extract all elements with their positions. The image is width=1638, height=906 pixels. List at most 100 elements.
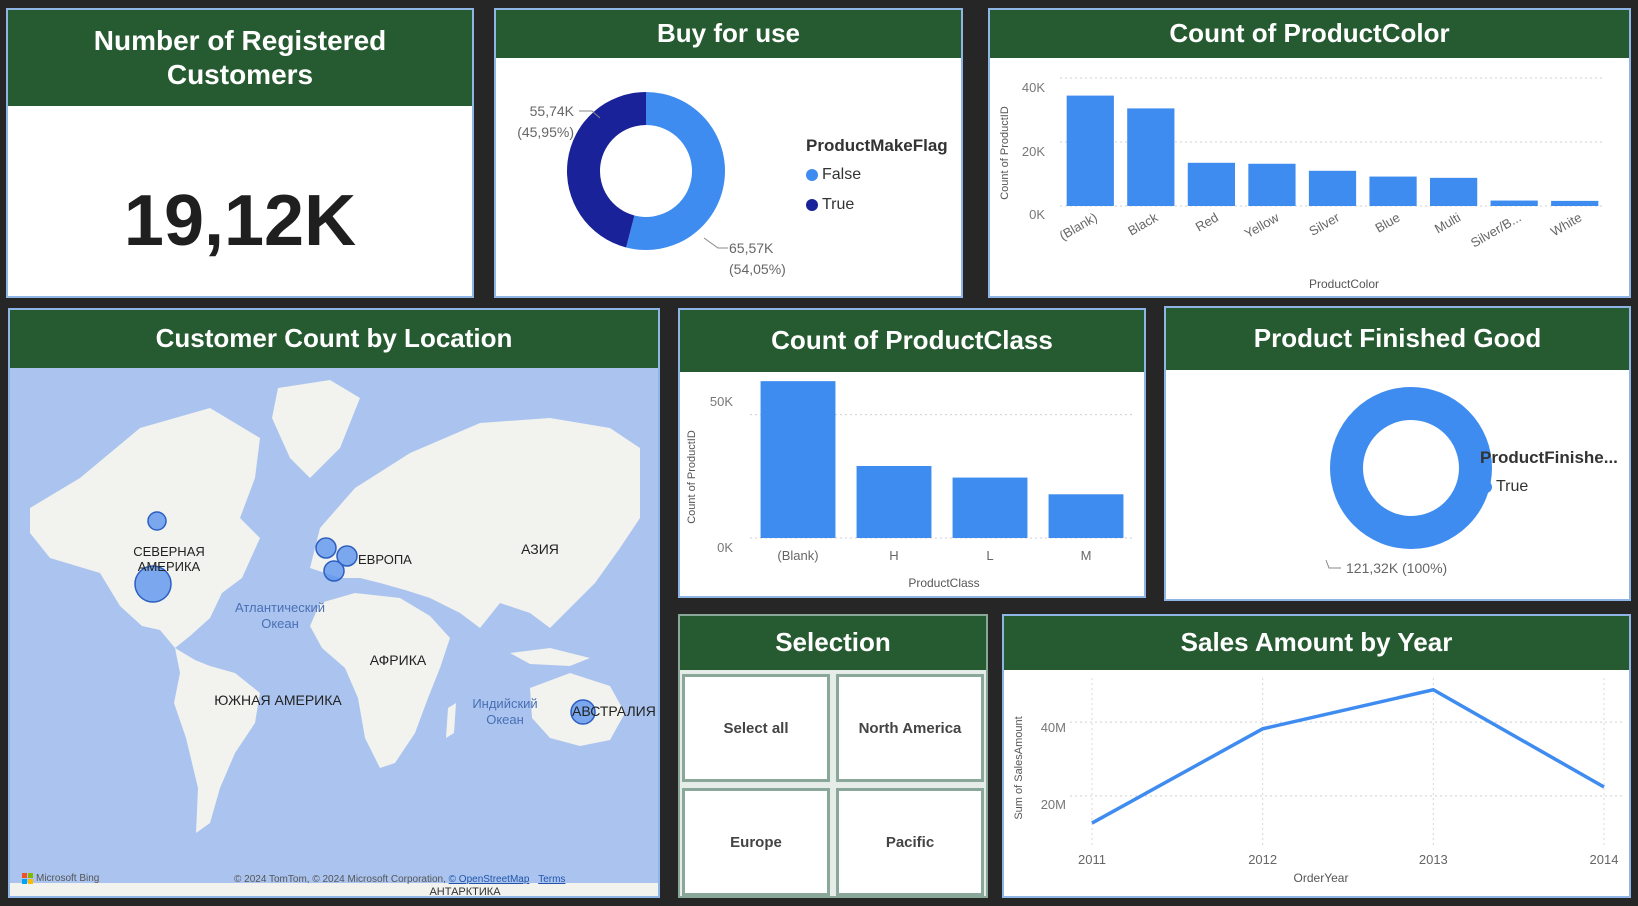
bar (760, 381, 836, 538)
y-tick-label: 20K (1022, 144, 1045, 159)
x-axis-title: ProductClass (908, 576, 979, 590)
legend-item-true[interactable]: True (806, 190, 948, 220)
true-value-label: 55,74K (530, 103, 575, 119)
finished-good-value-label: 121,32K (100%) (1346, 560, 1447, 576)
x-tick-label: Black (1125, 209, 1160, 238)
sales-line-series (1091, 687, 1605, 825)
x-tick-label: (Blank) (1057, 210, 1100, 244)
x-tick-label: (Blank) (777, 548, 818, 563)
bar (1490, 200, 1538, 206)
selection-title: Selection (680, 616, 986, 670)
legend-item-true[interactable]: True (1480, 472, 1618, 502)
false-pct-label: (54,05%) (729, 261, 786, 277)
terms-link[interactable]: Terms (538, 874, 565, 885)
map-label: СЕВЕРНАЯ (133, 544, 205, 559)
x-tick-label: 2014 (1590, 852, 1619, 867)
slicer-option-europe[interactable]: Europe (682, 788, 830, 896)
attribution-text: © 2024 TomTom, © 2024 Microsoft Corporat… (234, 874, 446, 885)
legend-label: True (822, 196, 855, 213)
location-map-title: Customer Count by Location (10, 310, 658, 368)
location-map-card: Customer Count by Location СЕВЕРНАЯ АМЕР… (8, 308, 660, 898)
ocean-label: Океан (261, 616, 299, 631)
x-tick-label: Blue (1373, 210, 1403, 236)
sales-by-year-title: Sales Amount by Year (1004, 616, 1629, 670)
product-class-chart: (Blank) H L M 50K 0K Count of ProductID Pro… (686, 381, 1134, 590)
slicer-option-pacific[interactable]: Pacific (836, 788, 984, 896)
slicer-option-north-america[interactable]: North America (836, 674, 984, 782)
bing-logo: Microsoft Bing (22, 873, 99, 884)
legend-dot-icon (806, 169, 818, 181)
sales-by-year-card: Sales Amount by Year 2011 2012 2013 2014 40… (1002, 614, 1631, 898)
bar (1048, 494, 1124, 538)
finished-good-legend: ProductFinishe... True (1480, 448, 1618, 502)
x-tick-label: Silver/B... (1468, 210, 1524, 251)
product-color-card: Count of ProductColor (Blank) Black Red Yel… (988, 8, 1631, 298)
x-tick-label: 2011 (1078, 852, 1106, 867)
bar (952, 477, 1028, 538)
osm-link[interactable]: © OpenStreetMap (449, 874, 530, 885)
buy-for-use-card: Buy for use 55,74K (45,95%) 65,57K (54,0… (494, 8, 963, 298)
kpi-card-title: Number of Registered Customers (8, 10, 472, 106)
product-color-chart: (Blank) Black Red Yellow Silver Blue Multi Silv… (999, 77, 1605, 291)
map-label: АВСТРАЛИЯ (572, 703, 656, 719)
microsoft-logo-icon (22, 873, 33, 884)
ocean-label: Индийский (472, 696, 537, 711)
map-attribution: © 2024 TomTom, © 2024 Microsoft Corporat… (234, 874, 565, 885)
bing-label: Microsoft Bing (36, 873, 100, 884)
x-axis-title: OrderYear (1294, 871, 1349, 885)
bar (1066, 95, 1114, 206)
location-bubble (147, 511, 167, 531)
x-tick-label: 2013 (1419, 852, 1448, 867)
map-label: ЕВРОПА (358, 552, 412, 567)
bar (856, 466, 932, 538)
legend-title: ProductMakeFlag (806, 136, 948, 155)
x-tick-label: Yellow (1242, 209, 1282, 241)
true-pct-label: (45,95%) (517, 124, 574, 140)
bar (1187, 162, 1236, 206)
donut-slice (1330, 387, 1492, 549)
buy-for-use-legend: ProductMakeFlag False True (806, 136, 948, 220)
selection-card: Selection Select all North America Europ… (678, 614, 988, 898)
legend-label: True (1496, 478, 1529, 495)
product-class-title: Count of ProductClass (680, 310, 1144, 372)
x-tick-label: White (1548, 210, 1584, 240)
map-label: ЮЖНАЯ АМЕРИКА (214, 692, 342, 708)
location-bubble (315, 537, 337, 559)
map-label: АНТАРКТИКА (429, 886, 501, 896)
y-tick-label: 50K (710, 394, 733, 409)
x-axis-title: ProductColor (1309, 277, 1379, 291)
y-tick-label: 0K (1029, 207, 1045, 222)
y-axis-title: Count of ProductID (999, 106, 1011, 200)
product-class-card: Count of ProductClass (Blank) H L M 50K 0K … (678, 308, 1146, 598)
legend-title: ProductFinishe... (1480, 448, 1618, 467)
location-bubble (323, 560, 345, 582)
finished-good-title: Product Finished Good (1166, 308, 1629, 370)
kpi-value: 19,12K (123, 181, 357, 261)
map-label: АМЕРИКА (138, 559, 201, 574)
map-label: АФРИКА (370, 652, 427, 668)
x-tick-label: L (986, 548, 993, 563)
x-tick-label: M (1081, 548, 1092, 563)
bar (1127, 108, 1175, 206)
y-tick-label: 40K (1022, 80, 1045, 95)
y-axis-title: Sum of SalesAmount (1013, 716, 1025, 819)
y-tick-label: 20M (1041, 797, 1066, 812)
legend-dot-icon (806, 199, 818, 211)
bar (1429, 177, 1478, 206)
x-tick-label: 2012 (1248, 852, 1277, 867)
buy-for-use-title: Buy for use (496, 10, 961, 58)
bar (1551, 200, 1599, 206)
ocean-label: Атлантический (235, 600, 325, 615)
x-tick-label: Silver (1306, 209, 1342, 239)
x-tick-label: Red (1193, 210, 1221, 235)
y-tick-label: 0K (717, 540, 733, 555)
world-map[interactable]: СЕВЕРНАЯ АМЕРИКА ЕВРОПА АЗИЯ АФРИКА ЮЖНА… (10, 368, 658, 896)
finished-good-card: Product Finished Good 121,32K (100%) Pro… (1164, 306, 1631, 601)
ocean-label: Океан (486, 712, 524, 727)
slicer-option-select-all[interactable]: Select all (682, 674, 830, 782)
sales-by-year-chart: 2011 2012 2013 2014 40M 20M Sum of SalesAmo… (1013, 678, 1624, 885)
legend-item-false[interactable]: False (806, 160, 948, 190)
false-value-label: 65,57K (729, 240, 774, 256)
kpi-card: Number of Registered Customers 19,12K (6, 8, 474, 298)
bar (1308, 170, 1357, 206)
